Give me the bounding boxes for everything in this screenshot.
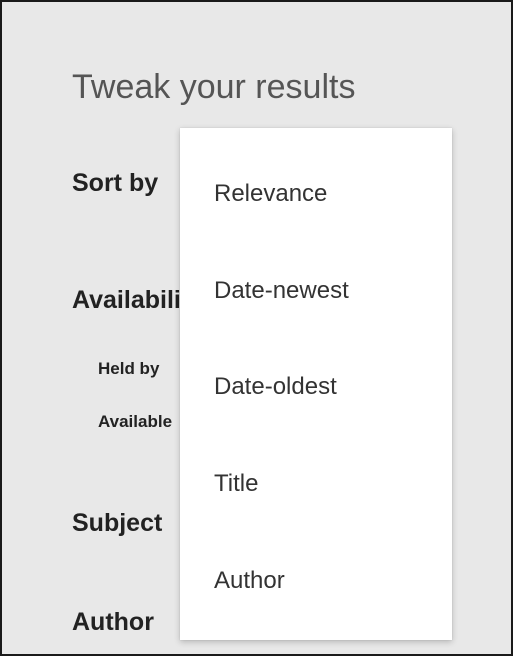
sort-option-relevance[interactable]: Relevance <box>214 180 327 208</box>
available-filter[interactable]: Available <box>98 412 172 432</box>
sort-option-date-oldest[interactable]: Date-oldest <box>214 373 337 401</box>
sort-option-author[interactable]: Author <box>214 567 285 595</box>
panel-title: Tweak your results <box>72 68 356 106</box>
sort-option-title[interactable]: Title <box>214 470 258 498</box>
held-by-filter[interactable]: Held by <box>98 359 159 379</box>
subject-heading[interactable]: Subject <box>72 509 162 538</box>
author-heading[interactable]: Author <box>72 608 154 637</box>
sort-by-dropdown-menu: Relevance Date-newest Date-oldest Title … <box>180 128 452 640</box>
sort-by-heading[interactable]: Sort by <box>72 169 158 198</box>
sort-option-date-newest[interactable]: Date-newest <box>214 277 349 305</box>
